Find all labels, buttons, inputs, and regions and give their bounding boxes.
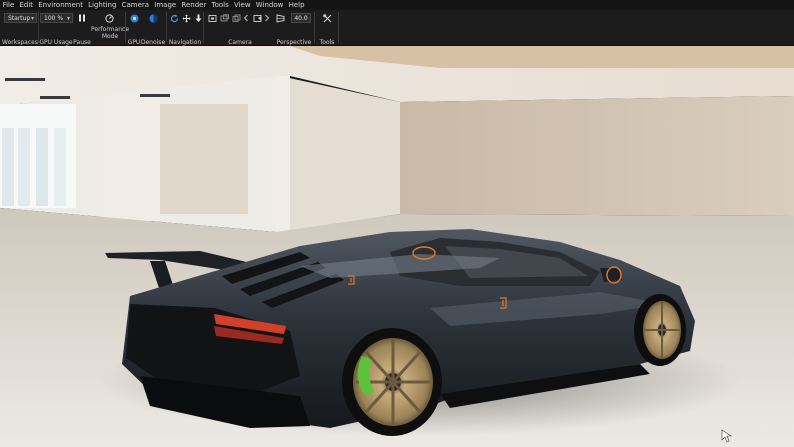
performance-label-line1: Performance <box>90 26 130 33</box>
inner-wall <box>160 104 248 214</box>
chevron-right-icon <box>264 14 269 22</box>
chevron-down-icon: ▾ <box>30 15 34 22</box>
arrow-down-icon <box>195 14 201 22</box>
tools-icon <box>322 13 331 22</box>
rear-wheel <box>342 328 442 436</box>
pause-icon <box>79 14 85 22</box>
performance-label-line2: Mode <box>101 33 119 40</box>
rotate-icon <box>170 14 178 22</box>
pillar <box>100 96 160 221</box>
menu-image[interactable]: Image <box>152 0 179 10</box>
camera-view-button[interactable] <box>207 13 217 23</box>
pause-button[interactable] <box>77 13 87 23</box>
tools-label: Tools <box>319 39 335 46</box>
toolbar-divider <box>166 12 167 43</box>
toolbar-divider <box>314 12 315 43</box>
menu-edit[interactable]: Edit <box>17 0 36 10</box>
wall-column <box>280 76 400 232</box>
navigation-label: Navigation <box>168 39 202 46</box>
render-viewport[interactable] <box>0 46 794 447</box>
gpu-usage-dropdown[interactable]: 100 % ▾ <box>40 13 73 23</box>
menu-help[interactable]: Help <box>286 0 307 10</box>
camera-list-button[interactable] <box>252 13 262 23</box>
menu-camera[interactable]: Camera <box>119 0 152 10</box>
pause-label: Pause <box>73 39 91 46</box>
menu-environment[interactable]: Environment <box>36 0 86 10</box>
menu-window[interactable]: Window <box>253 0 286 10</box>
ceiling-light <box>140 94 170 97</box>
toolbar-divider <box>125 12 126 43</box>
perspective-label: Perspective <box>276 39 312 46</box>
workspace-dropdown[interactable]: Startup ▾ <box>4 13 37 23</box>
camera-next-button[interactable] <box>263 13 270 23</box>
menu-file[interactable]: File <box>0 0 17 10</box>
denoise-label: Denoise <box>140 39 166 46</box>
back-wall <box>400 96 794 216</box>
perspective-value-field[interactable]: 40.0 <box>291 13 311 23</box>
render-scene <box>0 46 794 447</box>
dolly-button[interactable] <box>193 13 203 23</box>
camera-previous-button[interactable] <box>242 13 249 23</box>
front-wheel <box>634 294 686 366</box>
camera-add-button[interactable] <box>219 13 229 23</box>
gauge-icon <box>104 13 114 23</box>
perspective-button[interactable] <box>275 13 285 23</box>
toolbar-ribbon: Startup ▾ Workspaces 100 % ▾ GPU Usage P… <box>0 10 794 54</box>
camera-frame-icon <box>208 14 216 22</box>
gpu-toggle-button[interactable] <box>129 13 139 23</box>
orbit-button[interactable] <box>169 13 179 23</box>
duplicate-icon <box>232 14 240 22</box>
move-icon <box>182 14 190 22</box>
chevron-left-icon <box>243 14 248 22</box>
menu-lighting[interactable]: Lighting <box>86 0 119 10</box>
toolbar-divider <box>338 12 339 43</box>
ceiling-light <box>40 96 70 99</box>
camera-duplicate-button[interactable] <box>231 13 241 23</box>
workspaces-label: Workspaces <box>2 39 38 46</box>
menu-tools[interactable]: Tools <box>209 0 231 10</box>
camera-label: Camera <box>228 39 252 46</box>
menu-view[interactable]: View <box>231 0 253 10</box>
windows <box>0 104 76 208</box>
chevron-down-icon: ▾ <box>66 15 70 22</box>
toolbar-divider <box>203 12 204 43</box>
camera-list-icon <box>253 14 261 22</box>
gpu-usage-value: 100 % <box>44 15 64 22</box>
pan-button[interactable] <box>181 13 191 23</box>
wall-column-edge <box>276 76 290 232</box>
tools-button[interactable] <box>322 13 332 23</box>
menu-render[interactable]: Render <box>179 0 209 10</box>
denoise-icon <box>149 14 157 22</box>
denoise-toggle-button[interactable] <box>148 13 158 23</box>
performance-mode-label: Performance Mode <box>91 26 129 40</box>
gpu-usage-label: GPU Usage <box>39 39 73 46</box>
ceiling-light <box>5 78 45 81</box>
performance-mode-button[interactable] <box>104 13 114 23</box>
menu-bar: File Edit Environment Lighting Camera Im… <box>0 0 794 10</box>
perspective-icon <box>276 13 284 23</box>
workspace-value: Startup <box>8 15 31 22</box>
gpu-icon <box>130 14 138 22</box>
gpu-label: GPU <box>127 39 141 46</box>
camera-add-icon <box>220 13 229 21</box>
